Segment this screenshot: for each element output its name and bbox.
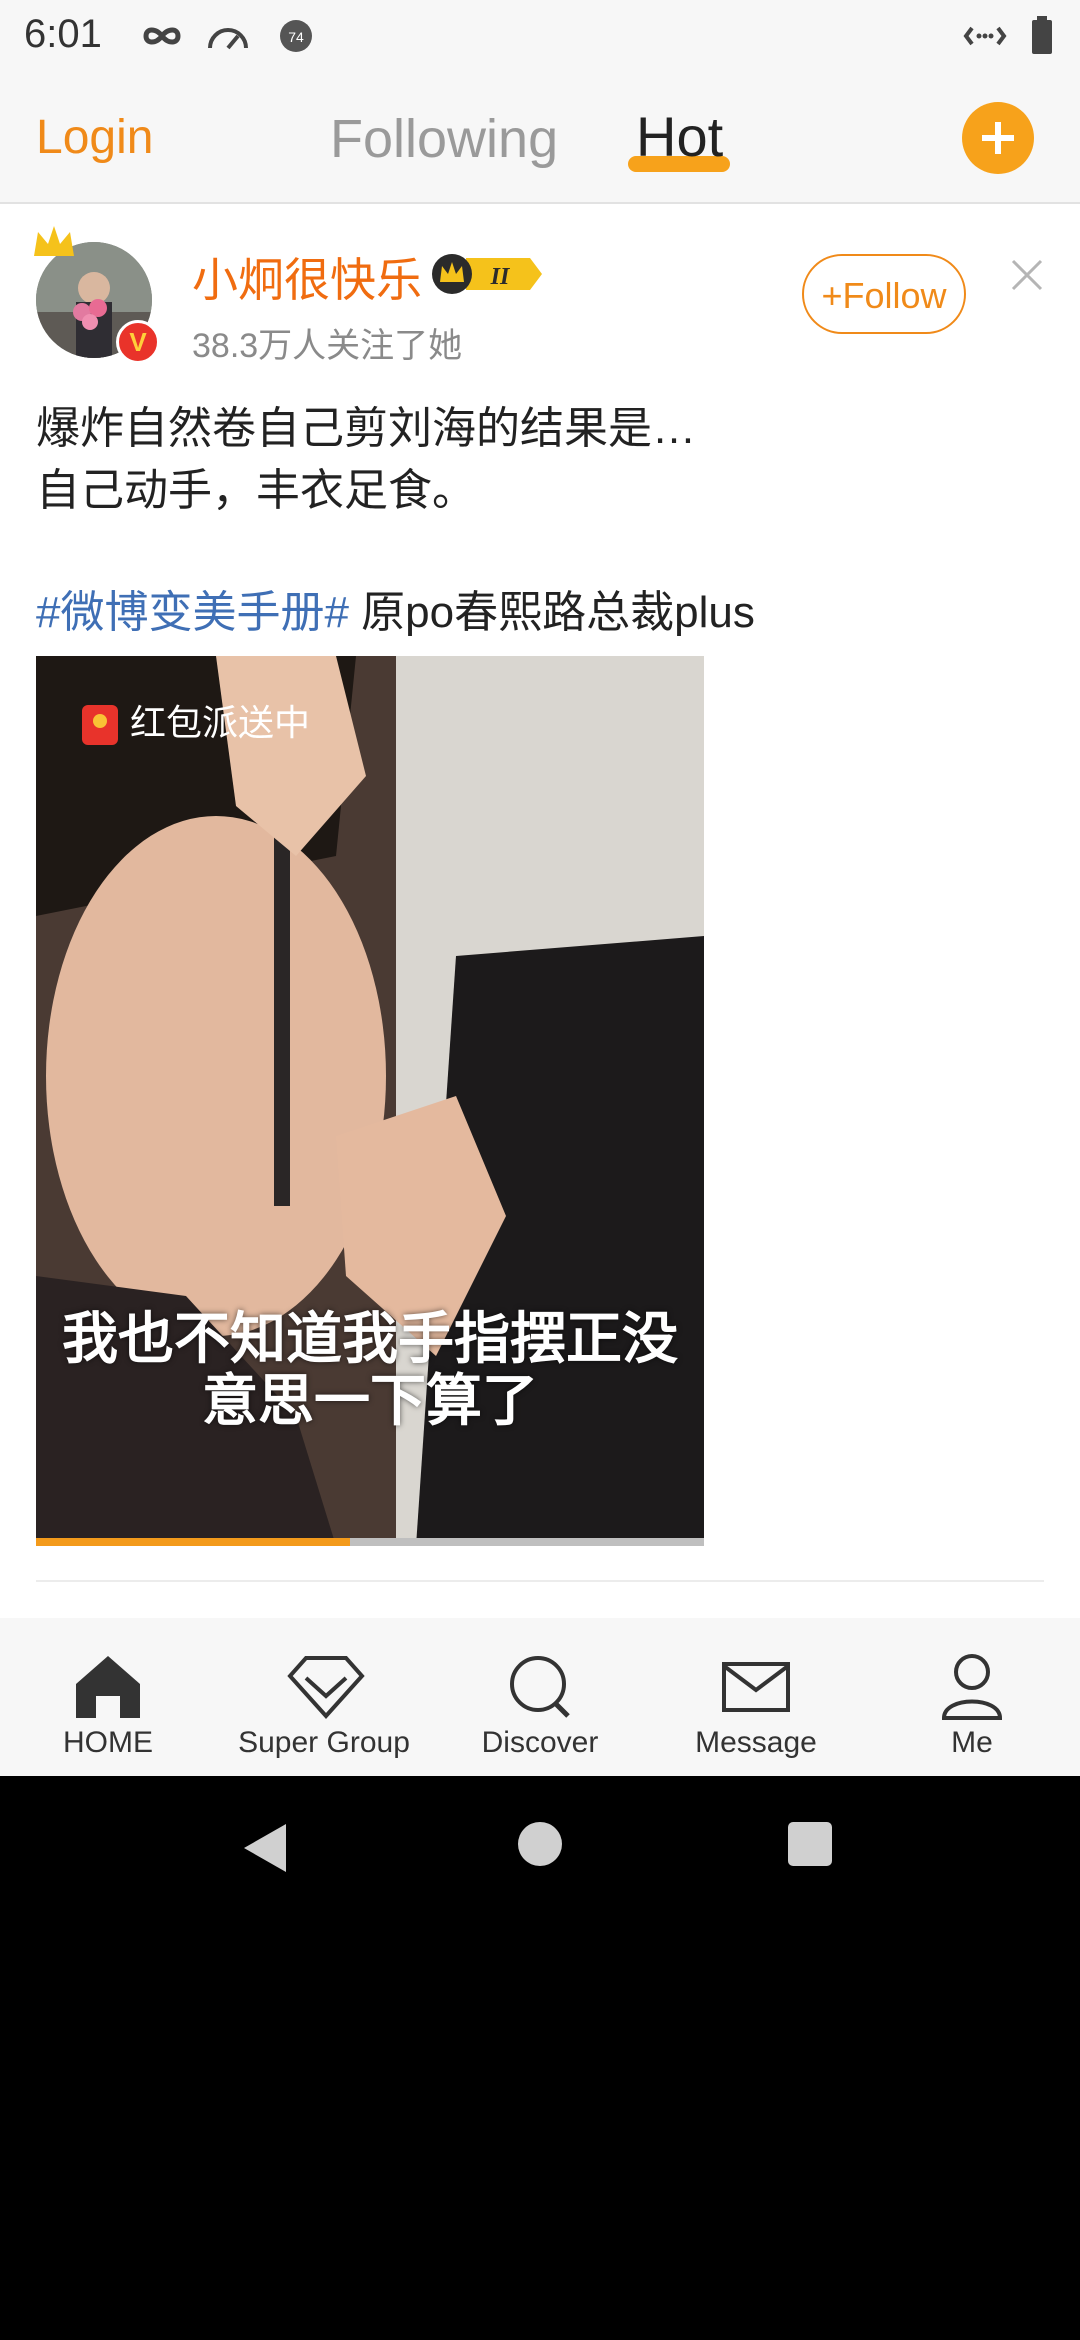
tab-discover[interactable]: Discover xyxy=(432,1618,648,1776)
status-bar: 6:01 74 xyxy=(0,0,1080,72)
search-icon xyxy=(510,1656,570,1718)
red-packet-tag: 红包派送中 xyxy=(82,694,311,746)
video-progress-bar[interactable] xyxy=(36,1538,704,1546)
crown-icon xyxy=(34,226,74,256)
red-packet-label: 红包派送中 xyxy=(130,702,311,743)
follow-label: Follow xyxy=(842,275,947,316)
tab-me[interactable]: Me xyxy=(864,1618,1080,1776)
tab-discover-label: Discover xyxy=(481,1726,599,1759)
mail-icon xyxy=(722,1662,790,1712)
video-subtitle-line-2: 意思一下算了 xyxy=(202,1369,538,1432)
tab-super-group[interactable]: Super Group xyxy=(216,1618,432,1776)
post-text-line-2: 自己动手，丰衣足食。 xyxy=(36,466,476,515)
username[interactable]: 小炯很快乐 xyxy=(192,244,422,310)
follower-count: 38.3万人关注了她 xyxy=(192,327,463,365)
battery-icon xyxy=(1032,16,1052,54)
svg-text:74: 74 xyxy=(288,29,304,45)
membership-level-badge: II xyxy=(432,254,542,294)
bottom-tab-bar: HOME Super Group Discover Message Me xyxy=(0,1618,1080,1776)
data-transfer-icon xyxy=(963,26,1007,46)
plus-icon xyxy=(982,122,1014,154)
back-icon[interactable] xyxy=(240,1820,290,1876)
tab-home-label: HOME xyxy=(63,1726,153,1759)
tab-home[interactable]: HOME xyxy=(0,1618,216,1776)
diamond-icon xyxy=(287,1656,365,1719)
speedometer-icon xyxy=(208,28,248,50)
home-circle-icon[interactable] xyxy=(516,1820,564,1868)
hashtag-link[interactable]: #微博变美手册# xyxy=(36,588,349,637)
infinity-icon xyxy=(143,27,181,45)
system-nav-bar xyxy=(0,1776,1080,1926)
tab-super-group-label: Super Group xyxy=(238,1726,410,1759)
person-icon xyxy=(941,1654,1003,1720)
red-packet-icon xyxy=(82,705,118,746)
tab-me-label: Me xyxy=(951,1726,993,1759)
compose-button[interactable] xyxy=(962,102,1034,174)
follow-button[interactable]: +Follow xyxy=(802,254,966,334)
tab-following[interactable]: Following xyxy=(330,108,558,170)
video-subtitle-line-1: 我也不知道我手指摆正没 xyxy=(62,1307,678,1370)
video-progress-fill xyxy=(36,1538,350,1546)
home-icon xyxy=(76,1656,140,1718)
notification-badge-icon: 74 xyxy=(280,20,312,52)
divider xyxy=(36,1580,1044,1582)
close-icon[interactable] xyxy=(1010,258,1044,292)
recents-icon[interactable] xyxy=(786,1820,834,1868)
verified-badge-icon: V xyxy=(116,320,160,364)
tab-message[interactable]: Message xyxy=(648,1618,864,1776)
post-text-line-1: 爆炸自然卷自己剪刘海的结果是… xyxy=(36,404,696,453)
svg-text:II: II xyxy=(490,264,511,290)
tab-message-label: Message xyxy=(695,1726,817,1759)
status-time: 6:01 xyxy=(24,12,102,56)
avatar[interactable]: V xyxy=(34,226,160,364)
tab-hot-label: Hot xyxy=(636,105,724,168)
app-screen: 6:01 74 Login Following Hot V 小炯很快乐 II 3… xyxy=(0,0,1080,1776)
login-link[interactable]: Login xyxy=(36,110,153,165)
video-player[interactable]: 红包派送中 我也不知道我手指摆正没 意思一下算了 xyxy=(36,656,704,1546)
post-caption: #微博变美手册# 原po春熙路总裁plus xyxy=(36,576,755,640)
top-nav: Login Following Hot xyxy=(0,72,1080,204)
plus-icon: + xyxy=(821,275,843,316)
tab-hot[interactable]: Hot xyxy=(636,104,723,169)
caption-tail: 原po春熙路总裁plus xyxy=(348,588,755,637)
